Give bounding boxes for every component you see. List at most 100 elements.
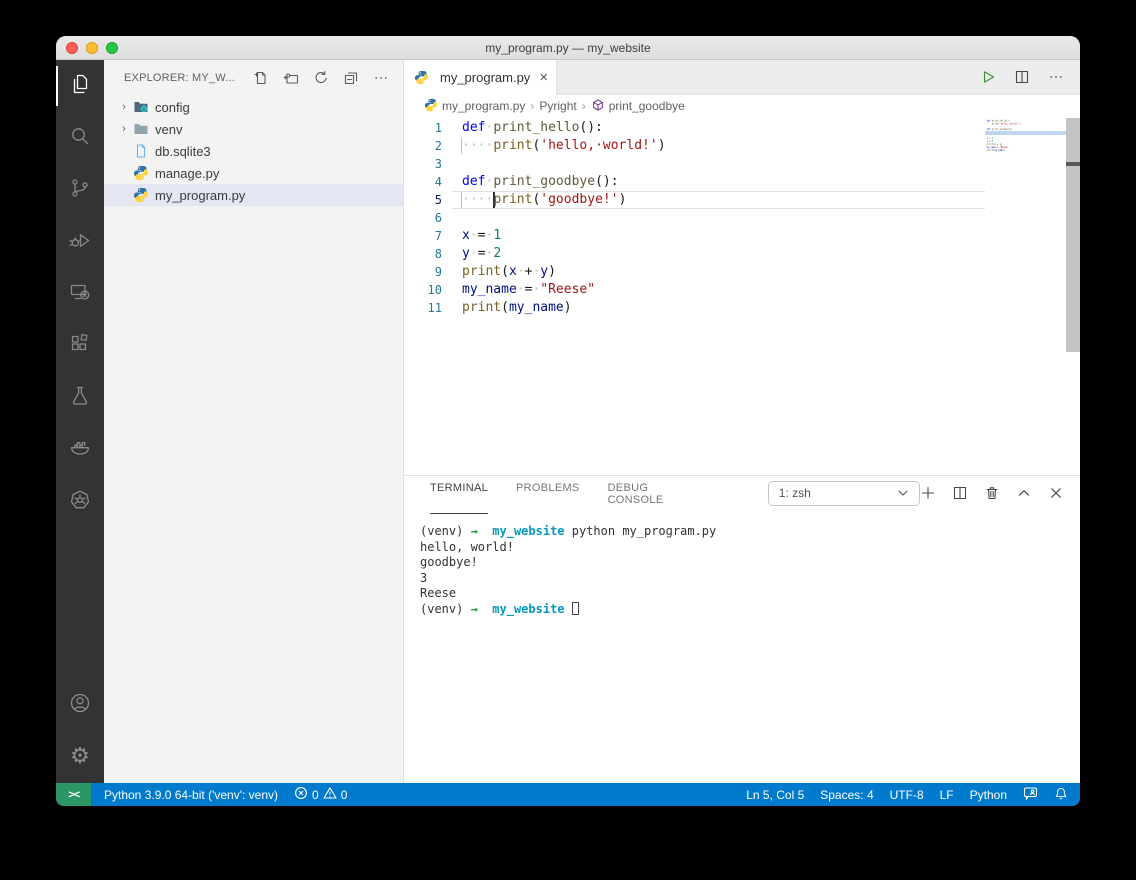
folder-icon: [132, 121, 150, 137]
code-line-5[interactable]: ····print('goodbye!'): [452, 191, 1080, 209]
activity-bar-item-kubernetes[interactable]: [56, 476, 104, 528]
collapse-folders-button[interactable]: [341, 68, 361, 88]
code-line-11[interactable]: print(my_name): [985, 149, 1066, 152]
explorer-icon: [68, 72, 92, 101]
activity-bar-item-source-control[interactable]: [56, 164, 104, 216]
more-actions-button[interactable]: [1048, 69, 1064, 85]
breadcrumb-label: Pyright: [539, 99, 576, 113]
status-eol[interactable]: LF: [940, 788, 954, 802]
tab-label: my_program.py: [440, 70, 530, 85]
chevron-right-icon: ›: [116, 101, 132, 113]
code-line-11[interactable]: print(my_name): [452, 299, 1080, 317]
bottom-panel: TERMINALPROBLEMSDEBUG CONSOLE 1: zsh (ve…: [404, 475, 1080, 783]
activity-bar-item-testing[interactable]: [56, 372, 104, 424]
refresh-explorer-button[interactable]: [311, 68, 331, 88]
kill-terminal-button[interactable]: [984, 485, 1000, 501]
line-number: 9: [404, 263, 452, 281]
activity-bar-item-extensions[interactable]: [56, 320, 104, 372]
code-line-9[interactable]: print(x·+·y): [452, 263, 1080, 281]
breadcrumb-item-print_goodbye[interactable]: print_goodbye: [591, 98, 685, 115]
chevron-down-icon: [895, 485, 911, 501]
more-actions-button[interactable]: [371, 68, 391, 88]
split-editor-button[interactable]: [1014, 69, 1030, 85]
tab-my_program.py[interactable]: my_program.py ×: [404, 60, 557, 95]
breadcrumb-separator: ›: [530, 99, 534, 113]
accounts-icon: [68, 691, 92, 720]
close-tab-icon[interactable]: ×: [536, 69, 551, 86]
terminal-output[interactable]: (venv) → my_website python my_program.py…: [404, 510, 1080, 783]
code-line-8[interactable]: y·=·2: [452, 245, 1080, 263]
panel-tab-debug-console[interactable]: DEBUG CONSOLE: [608, 473, 702, 514]
line-number: 11: [404, 299, 452, 317]
explorer-sidebar: EXPLORER: MY_W... ›config›venvdb.sqlite3…: [104, 60, 404, 783]
close-window-button[interactable]: [66, 42, 78, 54]
panel-tab-problems[interactable]: PROBLEMS: [516, 473, 580, 514]
minimize-window-button[interactable]: [86, 42, 98, 54]
file-tree-item-my_program.py[interactable]: my_program.py: [104, 184, 403, 206]
zoom-window-button[interactable]: [106, 42, 118, 54]
kubernetes-icon: [68, 488, 92, 517]
breadcrumb-item-my_program.py[interactable]: my_program.py: [424, 98, 525, 115]
line-number: 5: [404, 191, 452, 209]
line-number: 10: [404, 281, 452, 299]
line-number: 6: [404, 209, 452, 227]
file-tree-item-manage.py[interactable]: manage.py: [104, 162, 403, 184]
terminal-selector-dropdown[interactable]: 1: zsh: [768, 481, 920, 506]
docker-icon: [68, 436, 92, 465]
status-cursor-position[interactable]: Ln 5, Col 5: [746, 788, 804, 802]
search-icon: [68, 124, 92, 153]
terminal-selector-value: 1: zsh: [779, 486, 811, 500]
new-file-button[interactable]: [251, 68, 271, 88]
breadcrumb-separator: ›: [582, 99, 586, 113]
status-feedback[interactable]: [1023, 786, 1038, 803]
run-button[interactable]: [980, 69, 996, 85]
file-tree-item-config[interactable]: ›config: [104, 96, 403, 118]
status-notifications[interactable]: [1054, 786, 1068, 804]
status-language-mode[interactable]: Python: [970, 788, 1007, 802]
panel-header: TERMINALPROBLEMSDEBUG CONSOLE 1: zsh: [404, 476, 1080, 510]
editor-scrollbar[interactable]: [1066, 118, 1080, 352]
code-line-6[interactable]: [452, 209, 1080, 227]
line-number: 3: [404, 155, 452, 173]
run-and-debug-icon: [68, 228, 92, 257]
line-number: 8: [404, 245, 452, 263]
activity-bar-item-run-and-debug[interactable]: [56, 216, 104, 268]
activity-bar-item-explorer[interactable]: [56, 60, 104, 112]
status-python-interpreter[interactable]: Python 3.9.0 64-bit ('venv': venv): [104, 788, 278, 802]
status-indentation[interactable]: Spaces: 4: [820, 788, 873, 802]
file-tree-item-venv[interactable]: ›venv: [104, 118, 403, 140]
status-encoding[interactable]: UTF-8: [890, 788, 924, 802]
activity-bar-item-remote-explorer[interactable]: [56, 268, 104, 320]
new-file-icon: [253, 70, 269, 86]
new-terminal-button[interactable]: [920, 485, 936, 501]
vscode-window: my_program.py — my_website ⚙ EXPLORER: M…: [56, 36, 1080, 806]
close-panel-button[interactable]: [1048, 485, 1064, 501]
code-line-7[interactable]: x·=·1: [452, 227, 1080, 245]
breadcrumb-item-Pyright[interactable]: Pyright: [539, 99, 576, 113]
bell-icon: [1054, 786, 1068, 804]
activity-bar-item-docker[interactable]: [56, 424, 104, 476]
breadcrumb-label: my_program.py: [442, 99, 525, 113]
code-editor[interactable]: 1234567891011 def·print_hello():····prin…: [404, 117, 1080, 475]
warning-count-icon: [323, 786, 337, 803]
line-number: 2: [404, 137, 452, 155]
breadcrumb-label: print_goodbye: [609, 99, 685, 113]
new-folder-button[interactable]: [281, 68, 301, 88]
file-tree-item-db.sqlite3[interactable]: db.sqlite3: [104, 140, 403, 162]
status-problems[interactable]: 00: [294, 786, 347, 803]
code-line-10[interactable]: my_name·=·"Reese": [452, 281, 1080, 299]
close-panel-icon: [1048, 485, 1064, 501]
activity-bar-item-accounts[interactable]: [56, 679, 104, 731]
split-terminal-button[interactable]: [952, 485, 968, 501]
kill-terminal-icon: [984, 485, 1000, 501]
maximize-panel-button[interactable]: [1016, 485, 1032, 501]
terminal-line: hello, world!: [420, 540, 1080, 556]
terminal-line: (venv) → my_website python my_program.py: [420, 524, 1080, 540]
minimap[interactable]: def·print_hello():····print('hello,·worl…: [985, 119, 1066, 179]
activity-bar-item-search[interactable]: [56, 112, 104, 164]
line-number: 7: [404, 227, 452, 245]
terminal-cursor: [572, 602, 579, 615]
activity-bar-item-settings[interactable]: ⚙: [56, 731, 104, 783]
panel-tab-terminal[interactable]: TERMINAL: [430, 473, 488, 514]
remote-indicator[interactable]: ><: [56, 783, 91, 806]
